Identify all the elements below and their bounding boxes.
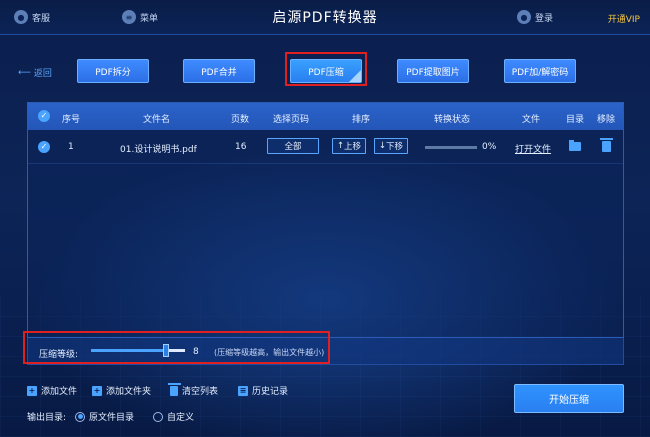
move-down-button[interactable]: ↓ 下移 (374, 138, 408, 154)
history-label: 历史记录 (252, 387, 289, 397)
radio-custom[interactable] (153, 411, 163, 422)
title-bar: ● 客服 ≡ 菜单 启源PDF转换器 ● 登录 开通VIP (0, 0, 650, 35)
header-folder: 目录 (566, 115, 585, 125)
login-label: 登录 (535, 13, 554, 24)
output-directory: 输出目录: (27, 410, 66, 423)
table-row[interactable]: ✓ 1 01.设计说明书.pdf 16 全部 ↑ 上移 ↓ 下移 0% 打开文件 (28, 130, 623, 164)
add-file-label: 添加文件 (41, 387, 78, 397)
clear-list-icon (168, 382, 181, 396)
move-down-label: 下移 (386, 142, 404, 152)
highlight-box-compress-tab (285, 52, 367, 86)
output-source-label: 原文件目录 (89, 413, 135, 423)
arrow-left-icon: ⟵ (18, 67, 31, 78)
tab-pdf-split[interactable]: PDF拆分 (77, 59, 149, 83)
header-index: 序号 (62, 115, 81, 125)
row-pages: 16 (235, 142, 247, 152)
add-folder-icon: + (92, 385, 102, 396)
back-button[interactable]: ⟵ 返回 (18, 66, 52, 80)
output-custom-label: 自定义 (167, 413, 195, 423)
arrow-up-icon: ↑ (336, 141, 345, 151)
tab-pdf-extract-images[interactable]: PDF提取图片 (397, 59, 469, 83)
add-folder-button[interactable]: + 添加文件夹 (92, 384, 151, 397)
login-button[interactable]: ● 登录 (517, 10, 553, 24)
arrow-down-icon: ↓ (378, 141, 387, 151)
output-label: 输出目录: (27, 413, 67, 423)
header-status: 转换状态 (434, 115, 471, 125)
folder-icon[interactable] (569, 140, 581, 154)
history-button[interactable]: ≡ 历史记录 (238, 384, 288, 397)
start-compress-button[interactable]: 开始压缩 (514, 384, 624, 413)
header-filename: 文件名 (143, 115, 171, 125)
app-window: ● 客服 ≡ 菜单 启源PDF转换器 ● 登录 开通VIP ⟵ 返回 PDF拆分… (0, 0, 650, 437)
row-checkbox[interactable]: ✓ (38, 141, 50, 153)
row-index: 1 (68, 142, 74, 152)
add-folder-label: 添加文件夹 (106, 387, 152, 397)
add-file-button[interactable]: + 添加文件 (27, 384, 77, 397)
file-table: ✓ 序号 文件名 页数 选择页码 排序 转换状态 文件 目录 移除 ✓ 1 01… (27, 102, 624, 365)
select-all-checkbox[interactable]: ✓ (38, 110, 50, 122)
vip-link[interactable]: 开通VIP (608, 12, 640, 25)
tab-pdf-encrypt[interactable]: PDF加/解密码 (504, 59, 576, 83)
open-file-link[interactable]: 打开文件 (515, 142, 551, 155)
highlight-box-compress-level (23, 331, 330, 364)
row-filename: 01.设计说明书.pdf (120, 145, 197, 155)
history-icon: ≡ (238, 385, 248, 396)
clear-list-label: 清空列表 (182, 387, 219, 397)
radio-source[interactable] (75, 411, 85, 422)
header-sort: 排序 (352, 115, 371, 125)
header-file: 文件 (522, 115, 541, 125)
clear-list-button[interactable]: 清空列表 (168, 382, 219, 397)
user-icon: ● (517, 10, 531, 24)
tab-pdf-merge[interactable]: PDF合并 (183, 59, 255, 83)
header-remove: 移除 (597, 115, 616, 125)
header-pages: 页数 (231, 115, 250, 125)
page-select-button[interactable]: 全部 (267, 138, 319, 154)
header-page-select: 选择页码 (273, 115, 310, 125)
output-option-source[interactable]: 原文件目录 (75, 410, 134, 423)
table-header: ✓ 序号 文件名 页数 选择页码 排序 转换状态 文件 目录 移除 (28, 103, 623, 130)
back-label: 返回 (33, 69, 52, 79)
progress-percent: 0% (482, 142, 497, 152)
trash-icon[interactable] (600, 138, 613, 155)
move-up-label: 上移 (344, 142, 362, 152)
output-option-custom[interactable]: 自定义 (153, 410, 194, 423)
add-file-icon: + (27, 385, 37, 396)
conversion-progress-bar (425, 146, 477, 149)
move-up-button[interactable]: ↑ 上移 (332, 138, 366, 154)
